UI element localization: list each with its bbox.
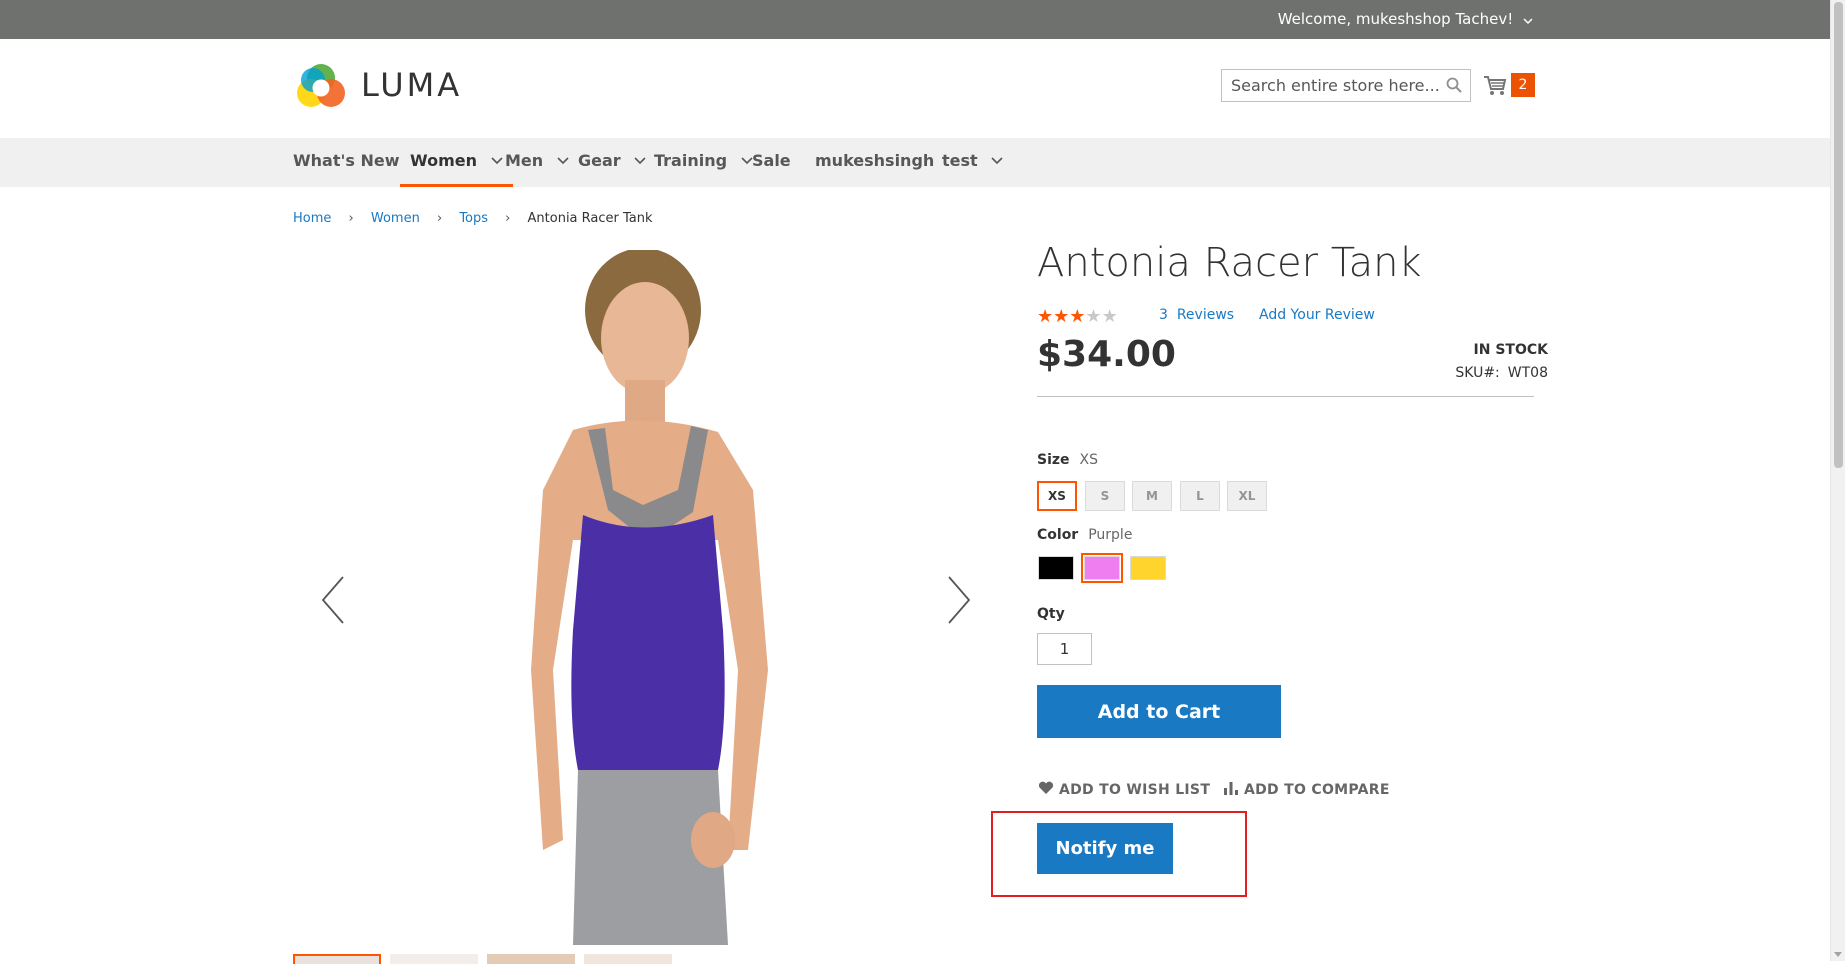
sku-value: WT08 [1507,365,1548,381]
add-review-link[interactable]: Add Your Review [1259,307,1375,323]
nav-label: Sale [752,151,791,170]
breadcrumb-current: Antonia Racer Tank [527,211,653,226]
divider [1037,396,1534,397]
star-filled-icon: ★ [1053,306,1070,327]
nav-item-men[interactable]: Men [505,138,569,187]
nav-item-mukeshsingh[interactable]: mukeshsingh [815,138,934,187]
product-price: $34.00 [1037,334,1176,375]
search-input[interactable]: Search entire store here... [1221,69,1471,102]
store-logo[interactable]: LUMA [293,60,473,114]
breadcrumb: Home › Women › Tops › Antonia Racer Tank [293,211,653,226]
qty-label: Qty [1037,606,1065,622]
compare-label: ADD TO COMPARE [1244,782,1390,798]
color-label-text: Color [1037,527,1079,543]
star-filled-icon: ★ [1069,306,1086,327]
page-scrollbar[interactable] [1830,0,1845,961]
top-bar: Welcome, mukeshshop Tachev! [0,0,1830,39]
gallery-thumbnail[interactable] [584,954,672,964]
chevron-right-icon: › [505,211,511,226]
color-label: Color Purple [1037,527,1132,543]
scroll-down-arrow-icon[interactable] [1834,952,1842,957]
nav-item-test[interactable]: test [942,138,1003,187]
reviews-label: Reviews [1176,307,1235,323]
welcome-text: Welcome, mukeshshop Tachev! [1277,10,1514,28]
search-icon[interactable] [1446,77,1462,97]
gallery-next-arrow-icon[interactable] [943,575,973,625]
cart-count-badge: 2 [1511,73,1535,97]
welcome-menu[interactable]: Welcome, mukeshshop Tachev! [1278,9,1533,30]
bar-chart-icon [1224,782,1238,795]
rating-stars: ★★★★★ [1037,306,1118,327]
color-option-black[interactable] [1038,556,1074,580]
nav-item-sale[interactable]: Sale [752,138,791,187]
gallery-thumbnail[interactable] [293,954,381,964]
nav-label: test [942,151,978,170]
size-label-text: Size [1037,452,1070,468]
nav-label: Training [654,151,728,170]
nav-item-women[interactable]: Women [400,138,513,187]
sku-label: SKU#: [1455,365,1500,381]
nav-label: Men [505,151,544,170]
size-option-xl[interactable]: XL [1227,481,1267,511]
product-sku: SKU#: WT08 [1455,365,1548,381]
chevron-down-icon [634,137,646,183]
gallery-prev-arrow-icon[interactable] [319,575,349,625]
nav-item-gear[interactable]: Gear [578,138,646,187]
chevron-right-icon: › [436,211,443,226]
search-placeholder: Search entire store here... [1231,76,1440,95]
notify-me-button[interactable]: Notify me [1037,823,1173,874]
color-option-yellow[interactable] [1130,556,1166,580]
star-empty-icon: ★ [1085,306,1102,327]
add-to-compare-link[interactable]: ADD TO COMPARE [1223,782,1390,798]
chevron-down-icon [490,137,503,183]
chevron-right-icon: › [348,211,354,226]
luma-logo-icon [297,64,345,107]
reviews-count: 3 [1159,307,1168,323]
chevron-down-icon [991,137,1003,183]
minicart[interactable]: 2 [1483,73,1535,99]
product-gallery [293,250,983,961]
nav-label: Gear [578,151,621,170]
qty-input[interactable]: 1 [1037,633,1092,665]
main-navigation: What's New Women Men Gear Training Sale … [0,138,1830,187]
logo-text: LUMA [361,66,463,104]
size-option-l[interactable]: L [1180,481,1220,511]
chevron-down-icon [557,137,569,183]
wishlist-label: ADD TO WISH LIST [1059,782,1211,798]
gallery-thumbnail[interactable] [487,954,575,964]
nav-item-whats-new[interactable]: What's New [293,138,400,187]
size-label: Size XS [1037,452,1098,468]
heart-icon [1038,781,1054,794]
gallery-thumbnail[interactable] [390,954,478,964]
star-empty-icon: ★ [1101,306,1118,327]
scrollbar-thumb[interactable] [1834,2,1843,468]
reviews-link[interactable]: 3 Reviews [1159,307,1234,323]
nav-label: Women [410,151,477,170]
add-to-wishlist-link[interactable]: ADD TO WISH LIST [1038,781,1211,798]
size-option-m[interactable]: M [1132,481,1172,511]
chevron-down-icon [1523,10,1533,30]
breadcrumb-tops[interactable]: Tops [459,211,488,226]
star-filled-icon: ★ [1037,306,1054,327]
color-selected-value: Purple [1088,527,1133,543]
shopping-cart-icon [1484,76,1507,95]
size-option-s[interactable]: S [1085,481,1125,511]
add-to-cart-button[interactable]: Add to Cart [1037,685,1281,738]
nav-item-training[interactable]: Training [654,138,753,187]
size-selected-value: XS [1079,452,1099,468]
nav-label: What's New [293,151,400,170]
size-option-xs[interactable]: XS [1037,481,1077,511]
product-title: Antonia Racer Tank [1037,240,1422,286]
nav-label: mukeshsingh [815,151,935,170]
color-option-purple[interactable] [1081,553,1123,583]
chevron-down-icon [741,137,753,183]
stock-status: IN STOCK [1473,342,1548,358]
product-image[interactable] [513,250,773,945]
breadcrumb-home[interactable]: Home [293,211,331,226]
breadcrumb-women[interactable]: Women [371,211,420,226]
